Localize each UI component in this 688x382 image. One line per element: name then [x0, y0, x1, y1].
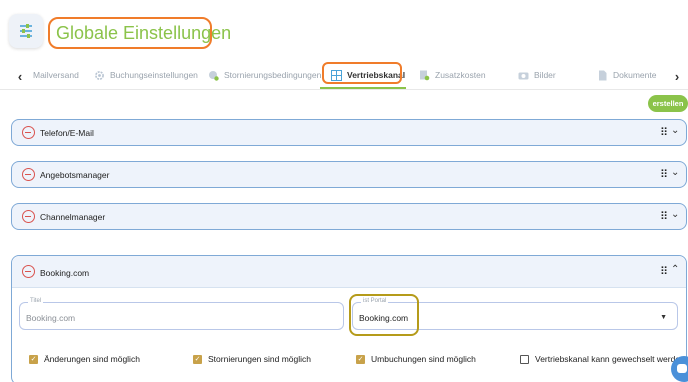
create-button[interactable]: erstellen — [648, 95, 688, 112]
tab-zusatzkosten[interactable]: Zusatzkosten — [419, 62, 486, 88]
panel-title: Angebotsmanager — [40, 170, 110, 180]
tab-label: Stornierungsbedingungen — [224, 70, 322, 80]
checkbox-checked-icon[interactable]: ✓ — [29, 354, 38, 364]
checkbox-umbuchungen[interactable]: ✓ Umbuchungen sind möglich — [356, 353, 476, 365]
document-add-icon — [419, 70, 430, 81]
tabs-scroll-left-icon[interactable]: ‹ — [13, 66, 27, 86]
tab-bilder[interactable]: Bilder — [518, 62, 556, 88]
remove-icon[interactable] — [22, 265, 35, 278]
portal-select-annotation — [349, 294, 419, 336]
tab-label: Mailversand — [33, 70, 79, 80]
tab-label: Dokumente — [613, 70, 657, 80]
checkbox-label: Vertriebskanal kann gewechselt werden — [535, 354, 685, 364]
title-field-value: Booking.com — [26, 313, 76, 323]
chevron-down-icon[interactable]: ⌄ — [671, 167, 679, 178]
chevron-up-icon[interactable]: ⌃ — [671, 264, 679, 275]
title-field[interactable]: Titel Booking.com — [19, 298, 344, 330]
settings-sliders-icon — [9, 14, 43, 48]
drag-handle-icon[interactable]: ⠿ — [660, 210, 668, 223]
drag-handle-icon[interactable]: ⠿ — [660, 265, 668, 278]
checkbox-unchecked-icon[interactable] — [520, 354, 529, 364]
checkbox-label: Stornierungen sind möglich — [208, 354, 312, 364]
checkbox-label: Änderungen sind möglich — [44, 354, 140, 364]
remove-icon[interactable] — [22, 126, 35, 139]
tab-label: Bilder — [534, 70, 556, 80]
tab-buchungseinstellungen[interactable]: Buchungseinstellungen — [94, 62, 198, 88]
panel-header[interactable] — [12, 256, 686, 288]
tab-stornierungsbedingungen[interactable]: Stornierungsbedingungen — [208, 62, 321, 88]
tab-label: Zusatzkosten — [435, 70, 486, 80]
gear-icon — [94, 70, 105, 81]
drag-handle-icon[interactable]: ⠿ — [660, 126, 668, 139]
checkbox-checked-icon[interactable]: ✓ — [356, 354, 365, 364]
caret-down-icon: ▼ — [660, 314, 667, 321]
camera-icon — [518, 70, 529, 81]
tab-dokumente[interactable]: Dokumente — [597, 62, 656, 88]
drag-handle-icon[interactable]: ⠿ — [660, 168, 668, 181]
page-header: Globale Einstellungen — [0, 0, 688, 62]
panel-title: Booking.com — [40, 268, 90, 278]
panel-channelmanager[interactable]: Channelmanager ⠿ ⌄ — [11, 203, 687, 230]
page-title: Globale Einstellungen — [56, 22, 232, 43]
title-field-label: Titel — [28, 298, 44, 304]
checkbox-label: Umbuchungen sind möglich — [371, 354, 476, 364]
tabs-scroll-right-icon[interactable]: › — [670, 66, 684, 86]
remove-icon[interactable] — [22, 168, 35, 181]
document-icon — [597, 70, 608, 81]
panel-title: Channelmanager — [40, 212, 106, 222]
checkbox-checked-icon[interactable]: ✓ — [193, 354, 202, 364]
panel-title: Telefon/E-Mail — [40, 128, 94, 138]
active-tab-annotation — [322, 62, 402, 84]
checkbox-stornierungen[interactable]: ✓ Stornierungen sind möglich — [193, 353, 311, 365]
tab-mailversand[interactable]: Mailversand — [33, 62, 79, 88]
settings-badge-icon — [208, 70, 219, 81]
checkbox-aenderungen[interactable]: ✓ Änderungen sind möglich — [29, 353, 140, 365]
checkbox-vertriebskanal-wechsel[interactable]: Vertriebskanal kann gewechselt werden — [520, 353, 685, 365]
panel-angebotsmanager[interactable]: Angebotsmanager ⠿ ⌄ — [11, 161, 687, 188]
remove-icon[interactable] — [22, 210, 35, 223]
tab-label: Buchungseinstellungen — [110, 70, 198, 80]
chevron-down-icon[interactable]: ⌄ — [671, 125, 679, 136]
panel-telefon-email[interactable]: Telefon/E-Mail ⠿ ⌄ — [11, 119, 687, 146]
page-title-annotation: Globale Einstellungen — [48, 17, 231, 49]
active-tab-indicator — [320, 87, 406, 89]
chevron-down-icon[interactable]: ⌄ — [671, 209, 679, 220]
